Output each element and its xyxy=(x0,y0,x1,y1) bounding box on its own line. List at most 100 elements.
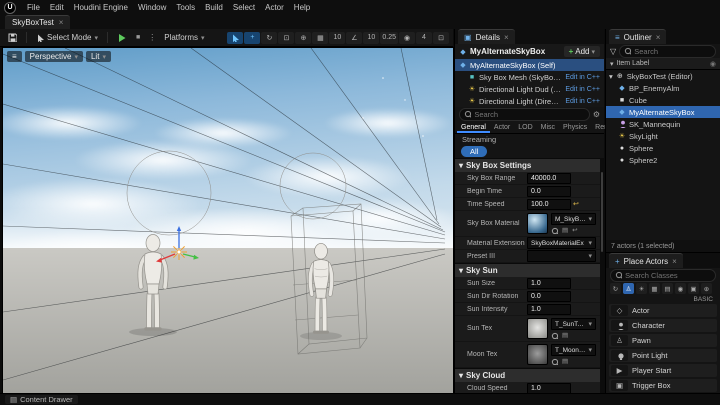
material-extension-dropdown[interactable]: SkyBoxMaterialEx ▾ xyxy=(527,237,596,249)
outliner-row-bp-enemyalm[interactable]: ◆ BP_EnemyAlm xyxy=(606,82,720,94)
outliner-row-sphere[interactable]: ● Sphere xyxy=(606,142,720,154)
outliner-row-cube[interactable]: ■ Cube xyxy=(606,94,720,106)
menu-select[interactable]: Select xyxy=(228,3,260,12)
mannequin-left[interactable] xyxy=(140,235,166,330)
category-effects-icon[interactable]: ◉ xyxy=(675,283,686,294)
skybox-sphere-right[interactable] xyxy=(280,153,346,219)
menu-build[interactable]: Build xyxy=(200,3,228,12)
tab-actor[interactable]: Actor xyxy=(490,121,514,133)
select-mode-dropdown[interactable]: Select Mode ▾ xyxy=(32,31,102,44)
category-all-icon[interactable]: ⊕ xyxy=(701,283,712,294)
camera-mode-dropdown[interactable]: Perspective ▾ xyxy=(25,51,83,62)
outliner-row-skylight[interactable]: ☀ SkyLight xyxy=(606,130,720,142)
tab-misc[interactable]: Misc xyxy=(537,121,559,133)
tab-close-icon[interactable]: × xyxy=(59,18,64,27)
play-button[interactable] xyxy=(113,31,130,44)
details-search-box[interactable] xyxy=(459,108,590,121)
add-component-button[interactable]: + Add ▾ xyxy=(564,46,600,57)
component-row-self[interactable]: ◆ MyAlternateSkyBox (Self) xyxy=(455,59,604,71)
outliner-row-sphere2[interactable]: ● Sphere2 xyxy=(606,154,720,166)
folder-icon[interactable]: ▤ xyxy=(562,357,568,365)
preset-dropdown[interactable]: ▾ xyxy=(527,250,596,262)
outliner-row-level[interactable]: ▾ ⊕ SkyBoxTest (Editor) xyxy=(606,70,720,82)
view-mode-dropdown[interactable]: Lit ▾ xyxy=(86,51,111,62)
mannequin-right[interactable] xyxy=(310,243,332,332)
place-actor-item-character[interactable]: Character xyxy=(609,319,717,332)
place-actor-item-player-start[interactable]: ▶ Player Start xyxy=(609,364,717,377)
streaming-filter[interactable]: Streaming xyxy=(455,134,604,145)
type-column-icon[interactable]: ◉ xyxy=(710,60,716,68)
rotation-snap-icon[interactable]: ∠ xyxy=(346,32,362,44)
grid-snap-value[interactable]: 10 xyxy=(329,32,345,44)
moon-texture-thumbnail[interactable] xyxy=(527,344,548,365)
world-space-toggle[interactable]: ⊕ xyxy=(295,32,311,44)
menu-edit[interactable]: Edit xyxy=(45,3,69,12)
place-actors-search-box[interactable] xyxy=(610,269,716,282)
all-filter-pill[interactable]: All xyxy=(461,146,487,157)
category-volumes-icon[interactable]: ▣ xyxy=(688,283,699,294)
category-shapes-icon[interactable]: ▦ xyxy=(649,283,660,294)
play-options-kebab[interactable]: ⋮ xyxy=(146,33,158,42)
grid-snap-icon[interactable]: ▦ xyxy=(312,32,328,44)
tab-close-icon[interactable]: × xyxy=(504,33,509,42)
details-search-input[interactable] xyxy=(474,110,585,119)
scale-snap-value[interactable]: 0.25 xyxy=(380,32,398,44)
reset-icon[interactable]: ↩ xyxy=(572,226,577,234)
reset-to-default-icon[interactable]: ↩ xyxy=(573,200,579,208)
outliner-row-myalternateskybox[interactable]: ◆ MyAlternateSkyBox xyxy=(606,106,720,118)
tab-general[interactable]: General xyxy=(457,121,490,133)
tab-level-skyboxtest[interactable]: SkyBoxTest × xyxy=(5,15,70,29)
save-button[interactable] xyxy=(4,31,21,44)
sun-intensity-field[interactable]: 1.0 xyxy=(527,304,571,315)
menu-actor[interactable]: Actor xyxy=(260,3,289,12)
rotate-tool-button[interactable]: ↻ xyxy=(261,32,277,44)
place-actor-item-trigger-box[interactable]: ▣ Trigger Box xyxy=(609,379,717,392)
category-basic-icon[interactable]: ♙ xyxy=(623,283,634,294)
sun-texture-thumbnail[interactable] xyxy=(527,318,548,339)
menu-file[interactable]: File xyxy=(22,3,45,12)
browse-icon[interactable] xyxy=(551,332,558,339)
unreal-logo-icon[interactable]: U xyxy=(4,2,16,14)
maximize-viewport-button[interactable]: ⊡ xyxy=(433,32,449,44)
edit-in-cpp-link[interactable]: Edit in C++ xyxy=(565,98,600,105)
time-speed-field[interactable]: 100.0 xyxy=(527,199,571,210)
skybox-sphere-left[interactable] xyxy=(127,151,211,235)
category-recent-icon[interactable]: ↻ xyxy=(610,283,621,294)
browse-icon[interactable] xyxy=(551,358,558,365)
rotation-snap-value[interactable]: 10 xyxy=(363,32,379,44)
edit-in-cpp-link[interactable]: Edit in C++ xyxy=(565,86,600,93)
sun-texture-dropdown[interactable]: T_SunTexture ▾ xyxy=(551,318,596,330)
begin-time-field[interactable]: 0.0 xyxy=(527,186,571,197)
cloud-speed-field[interactable]: 1.0 xyxy=(527,383,571,394)
camera-speed-icon[interactable]: ◉ xyxy=(399,32,415,44)
menu-help[interactable]: Help xyxy=(289,3,315,12)
section-sky-box-settings[interactable]: ▾ Sky Box Settings xyxy=(455,158,604,172)
outliner-search-input[interactable] xyxy=(634,47,711,56)
tab-lod[interactable]: LOD xyxy=(514,121,536,133)
camera-speed-value[interactable]: 4 xyxy=(416,32,432,44)
tab-place-actors[interactable]: + Place Actors × xyxy=(609,253,683,268)
tab-outliner[interactable]: ≡ Outliner × xyxy=(609,29,666,44)
outliner-column-header[interactable]: ▾ Item Label ◉ xyxy=(606,58,720,70)
edit-in-cpp-link[interactable]: Edit in C++ xyxy=(565,74,600,81)
viewport-options-menu[interactable]: ≡ xyxy=(7,51,22,62)
category-cinematic-icon[interactable]: ▤ xyxy=(662,283,673,294)
moon-texture-dropdown[interactable]: T_MoonTexture ▾ xyxy=(551,344,596,356)
browse-icon[interactable] xyxy=(551,227,558,234)
place-actor-item-pawn[interactable]: ♙ Pawn xyxy=(609,334,717,347)
folder-icon[interactable]: ▤ xyxy=(562,226,568,234)
tab-close-icon[interactable]: × xyxy=(672,257,677,266)
move-tool-button[interactable]: + xyxy=(244,32,260,44)
folder-icon[interactable]: ▤ xyxy=(562,331,568,339)
level-viewport[interactable]: ≡ Perspective ▾ Lit ▾ xyxy=(2,47,454,395)
menu-houdini-engine[interactable]: Houdini Engine xyxy=(69,3,133,12)
outliner-search-box[interactable] xyxy=(619,45,716,58)
tab-details[interactable]: ▣ Details × xyxy=(458,29,515,44)
tab-physics[interactable]: Physics xyxy=(559,121,591,133)
scrollbar-thumb[interactable] xyxy=(601,172,603,252)
details-scrollbar[interactable] xyxy=(600,158,604,394)
place-actor-item-point-light[interactable]: Point Light xyxy=(609,349,717,362)
category-lights-icon[interactable]: ☀ xyxy=(636,283,647,294)
place-actor-item-actor[interactable]: ◇ Actor xyxy=(609,304,717,317)
material-dropdown[interactable]: M_SkyBox_Mate ▾ xyxy=(551,213,596,225)
